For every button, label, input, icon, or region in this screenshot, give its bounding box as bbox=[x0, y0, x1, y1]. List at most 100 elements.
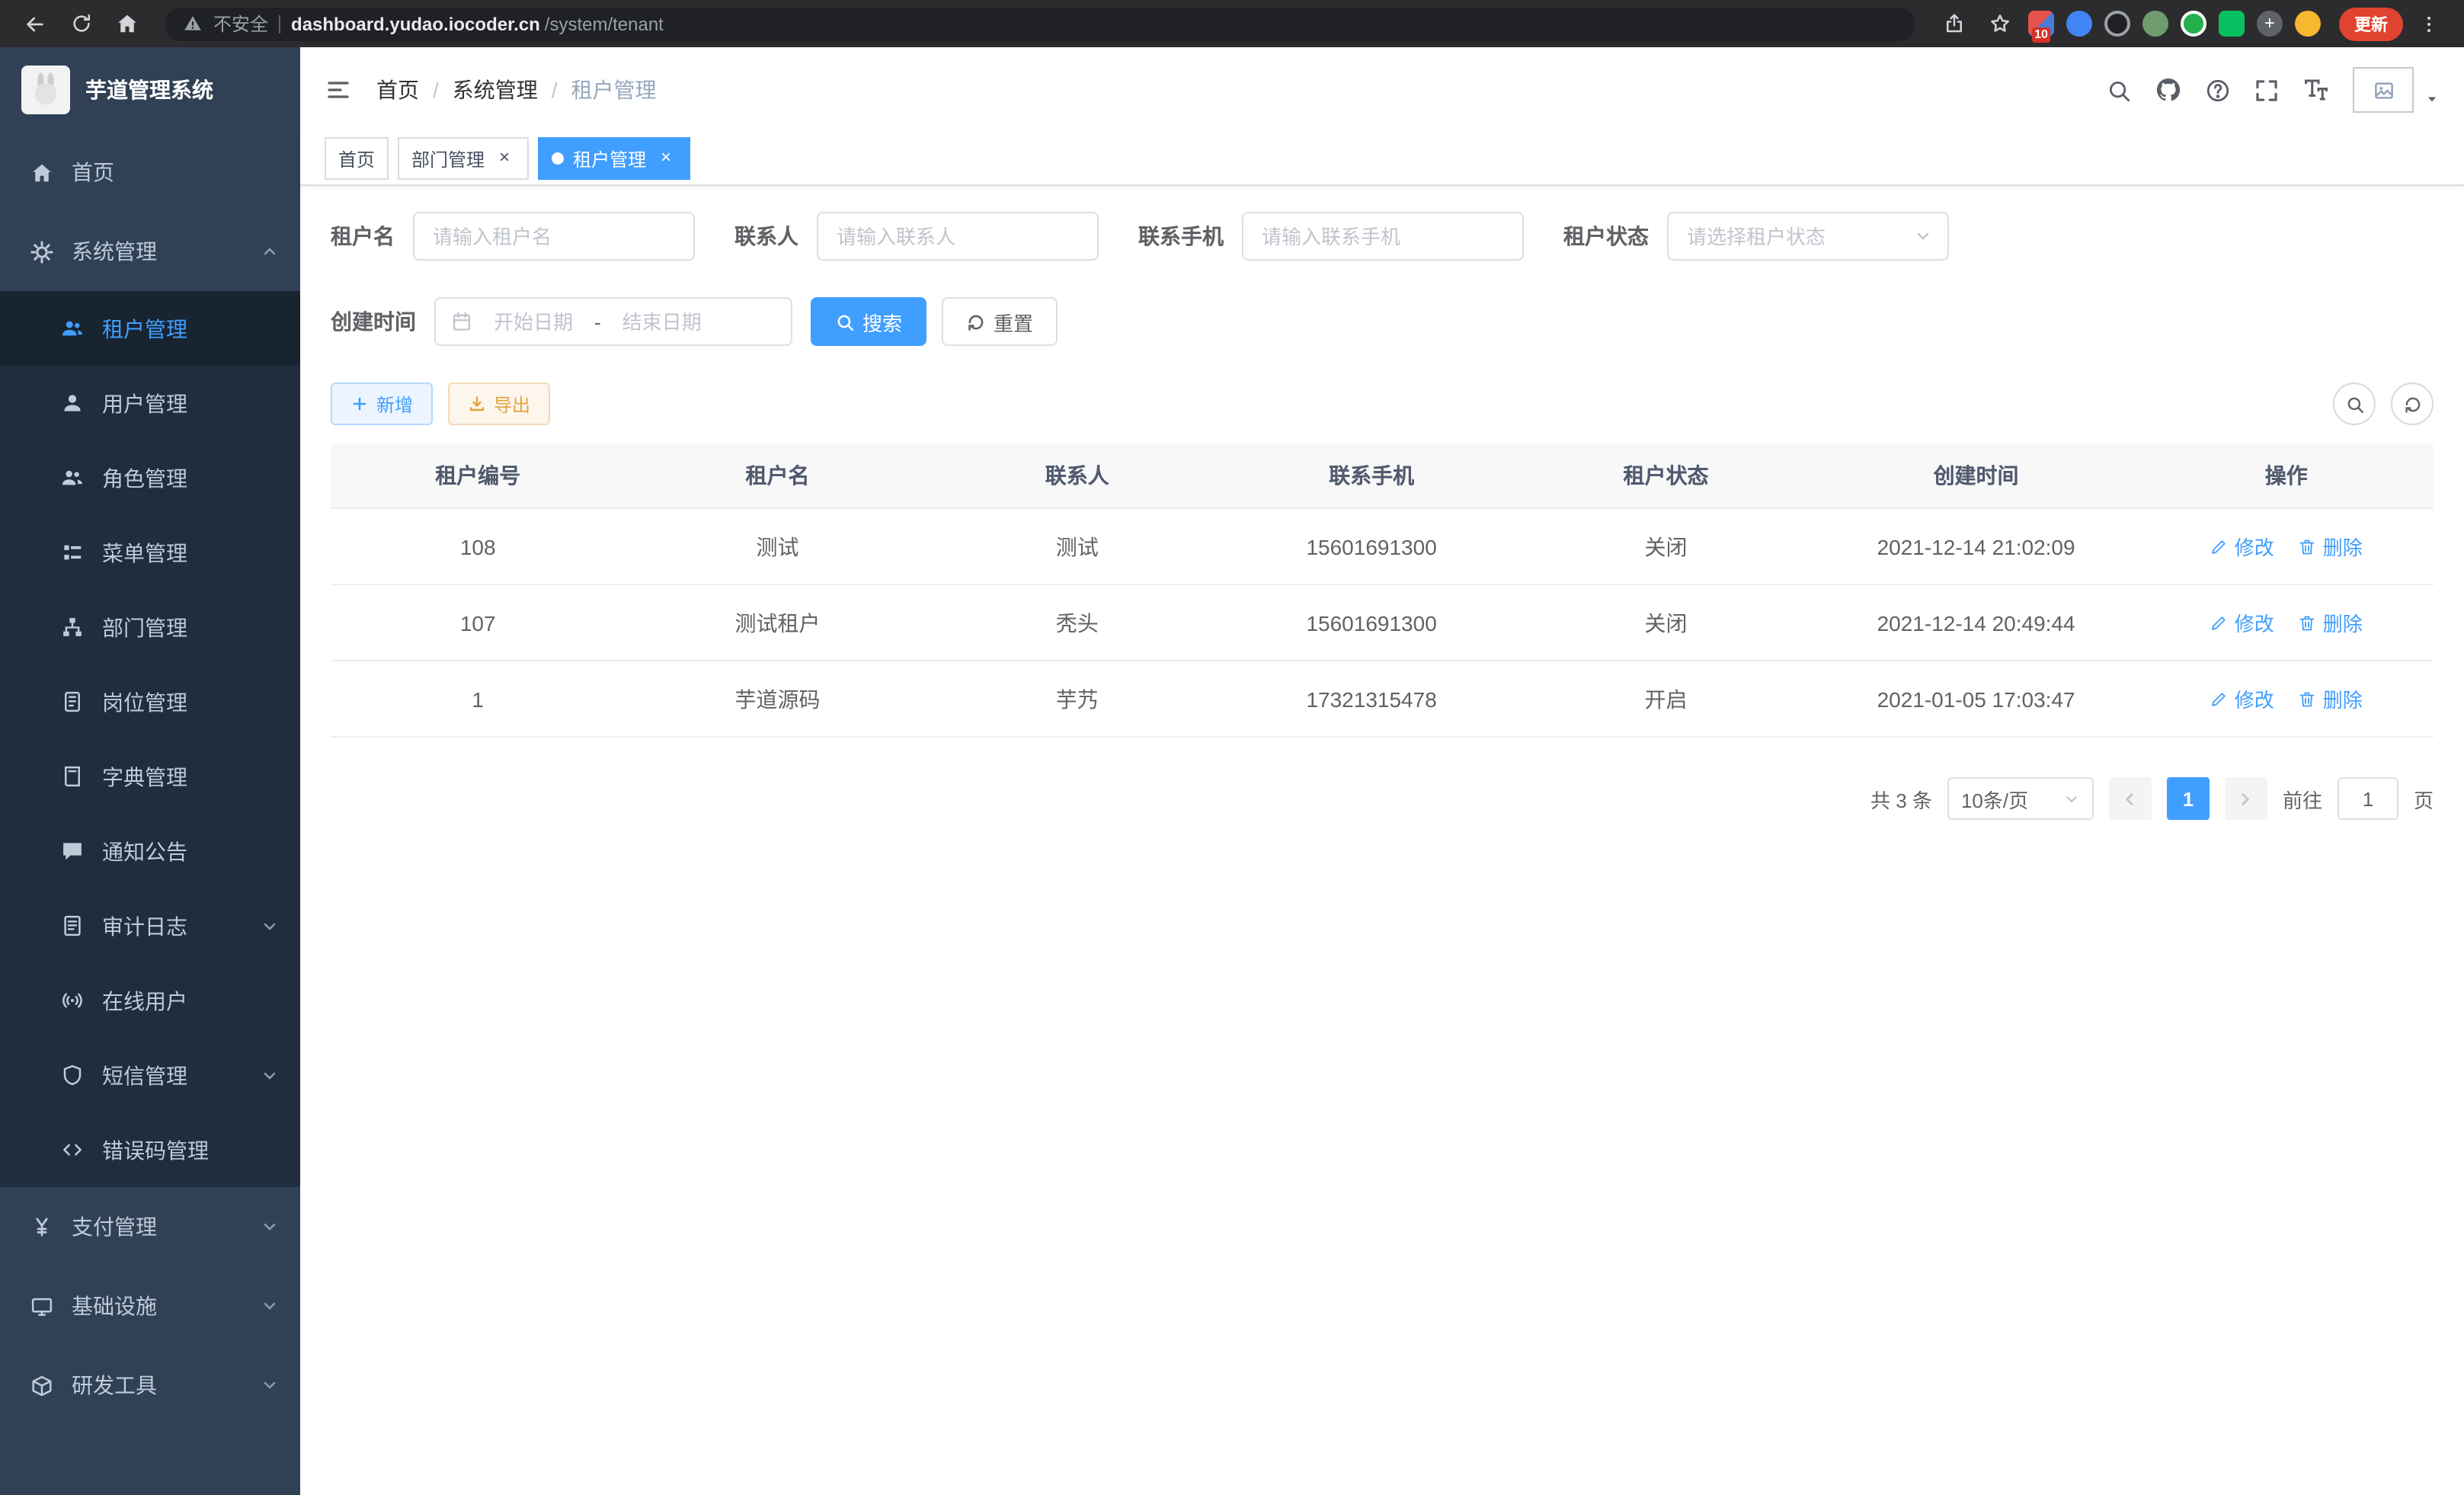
breadcrumb-separator: / bbox=[552, 78, 558, 102]
sidebar-item-payment[interactable]: 支付管理 bbox=[0, 1187, 300, 1266]
home-icon[interactable] bbox=[107, 4, 146, 43]
extension-icon-5[interactable] bbox=[2181, 11, 2206, 37]
back-icon[interactable] bbox=[15, 4, 55, 43]
avatar[interactable] bbox=[2353, 67, 2414, 113]
phone-input[interactable] bbox=[1242, 212, 1524, 261]
tab-dept-mgmt[interactable]: 部门管理 × bbox=[398, 137, 529, 180]
delete-link[interactable]: 删除 bbox=[2299, 532, 2363, 561]
edit-link[interactable]: 修改 bbox=[2210, 608, 2274, 637]
delete-link[interactable]: 删除 bbox=[2299, 684, 2363, 713]
cube-icon bbox=[30, 1374, 55, 1397]
extension-icon-2[interactable] bbox=[2066, 11, 2092, 37]
sidebar-item-role-mgmt[interactable]: 角色管理 bbox=[0, 440, 300, 515]
share-icon[interactable] bbox=[1934, 4, 1973, 43]
cell-created: 2021-01-05 17:03:47 bbox=[1813, 661, 2139, 737]
chevron-down-icon bbox=[1914, 227, 1932, 245]
delete-link[interactable]: 删除 bbox=[2299, 608, 2363, 637]
search-icon[interactable] bbox=[2106, 77, 2132, 103]
sidebar-item-online-users[interactable]: 在线用户 bbox=[0, 963, 300, 1038]
code-icon bbox=[61, 1138, 85, 1161]
toolbar: 新增 导出 bbox=[331, 383, 2434, 425]
phone-input-field[interactable] bbox=[1259, 223, 1507, 249]
refresh-button[interactable] bbox=[2391, 383, 2434, 425]
sidebar-item-sms-mgmt[interactable]: 短信管理 bbox=[0, 1038, 300, 1112]
reset-button[interactable]: 重置 bbox=[942, 297, 1058, 346]
logo[interactable]: 芋道管理系统 bbox=[0, 47, 300, 133]
contact-input[interactable] bbox=[817, 212, 1099, 261]
add-button[interactable]: 新增 bbox=[331, 383, 433, 425]
sidebar-item-system[interactable]: 系统管理 bbox=[0, 212, 300, 291]
sidebar-item-dict-mgmt[interactable]: 字典管理 bbox=[0, 739, 300, 814]
url-bar[interactable]: 不安全 dashboard.yudao.iocoder.cn /system/t… bbox=[165, 7, 1915, 40]
sidebar-item-post-mgmt[interactable]: 岗位管理 bbox=[0, 664, 300, 739]
extension-icon-3[interactable] bbox=[2104, 11, 2130, 37]
goto-page-input[interactable] bbox=[2338, 777, 2398, 820]
browser-menu-kebab-icon[interactable] bbox=[2409, 4, 2449, 43]
sidebar-item-tenant-mgmt[interactable]: 租户管理 bbox=[0, 291, 300, 366]
update-button[interactable]: 更新 bbox=[2339, 7, 2403, 40]
reload-icon[interactable] bbox=[61, 4, 101, 43]
col-phone: 联系手机 bbox=[1224, 443, 1518, 508]
tenant-name-input[interactable] bbox=[413, 212, 695, 261]
chevron-down-icon bbox=[261, 1297, 279, 1315]
sidebar-item-user-mgmt[interactable]: 用户管理 bbox=[0, 366, 300, 440]
sidebar-toggle-icon[interactable] bbox=[325, 76, 352, 104]
page-number-button[interactable]: 1 bbox=[2167, 777, 2210, 820]
breadcrumb-home[interactable]: 首页 bbox=[376, 75, 419, 105]
status-select-field[interactable] bbox=[1684, 223, 1908, 249]
extension-icon-7[interactable]: + bbox=[2257, 11, 2283, 37]
close-icon[interactable]: × bbox=[494, 148, 515, 169]
chevron-down-icon bbox=[261, 1066, 279, 1084]
search-button[interactable]: 搜索 bbox=[811, 297, 926, 346]
extension-icon-1[interactable]: 10 bbox=[2028, 11, 2054, 37]
github-icon[interactable] bbox=[2155, 76, 2182, 104]
tenant-name-input-field[interactable] bbox=[430, 223, 678, 249]
cell-tenant-id: 108 bbox=[331, 508, 625, 584]
sidebar-item-menu-mgmt[interactable]: 菜单管理 bbox=[0, 515, 300, 590]
sidebar-item-errorcode-mgmt[interactable]: 错误码管理 bbox=[0, 1112, 300, 1187]
sidebar-item-devtools[interactable]: 研发工具 bbox=[0, 1346, 300, 1425]
sidebar-item-infrastructure[interactable]: 基础设施 bbox=[0, 1266, 300, 1346]
date-range-picker[interactable]: - bbox=[434, 297, 792, 346]
url-divider bbox=[279, 14, 280, 33]
cell-actions: 修改删除 bbox=[2139, 508, 2434, 584]
date-end-input[interactable] bbox=[610, 309, 714, 335]
help-question-icon[interactable] bbox=[2205, 77, 2231, 103]
sidebar-item-home[interactable]: 首页 bbox=[0, 133, 300, 212]
tab-tenant-mgmt[interactable]: 租户管理 × bbox=[538, 137, 690, 180]
bookmark-star-icon[interactable] bbox=[1979, 4, 2019, 43]
filter-tenant-name: 租户名 bbox=[331, 212, 695, 261]
contact-input-field[interactable] bbox=[834, 223, 1082, 249]
prev-page-button[interactable] bbox=[2109, 777, 2152, 820]
cell-tenant-name: 芋道源码 bbox=[625, 661, 930, 737]
status-select[interactable] bbox=[1667, 212, 1949, 261]
tab-home[interactable]: 首页 bbox=[325, 137, 389, 180]
fullscreen-icon[interactable] bbox=[2254, 77, 2280, 103]
sidebar-item-dept-mgmt[interactable]: 部门管理 bbox=[0, 590, 300, 664]
tab-label: 租户管理 bbox=[573, 146, 646, 171]
close-icon[interactable]: × bbox=[655, 148, 677, 169]
filter-create-time: 创建时间 - bbox=[331, 297, 792, 346]
show-search-toggle-button[interactable] bbox=[2333, 383, 2376, 425]
tenant-users-icon bbox=[61, 317, 85, 340]
page-size-select[interactable]: 10条/页 bbox=[1947, 777, 2094, 820]
date-separator: - bbox=[594, 310, 601, 333]
caret-down-icon[interactable] bbox=[2424, 91, 2440, 107]
edit-link[interactable]: 修改 bbox=[2210, 532, 2274, 561]
breadcrumb-system[interactable]: 系统管理 bbox=[453, 75, 538, 105]
extension-icon-8[interactable] bbox=[2295, 11, 2321, 37]
sidebar-item-notice[interactable]: 通知公告 bbox=[0, 814, 300, 888]
menu-list-icon bbox=[61, 541, 85, 564]
gear-icon bbox=[30, 240, 55, 263]
calendar-icon bbox=[451, 311, 472, 332]
export-button[interactable]: 导出 bbox=[448, 383, 550, 425]
sidebar-item-audit-log[interactable]: 审计日志 bbox=[0, 888, 300, 963]
extension-icon-6[interactable] bbox=[2219, 11, 2245, 37]
date-start-input[interactable] bbox=[482, 309, 585, 335]
edit-link[interactable]: 修改 bbox=[2210, 684, 2274, 713]
next-page-button[interactable] bbox=[2225, 777, 2267, 820]
extension-icon-4[interactable] bbox=[2142, 11, 2168, 37]
total-count: 共 3 条 bbox=[1870, 784, 1932, 813]
font-size-icon[interactable] bbox=[2302, 76, 2330, 104]
cell-status: 关闭 bbox=[1518, 508, 1813, 584]
